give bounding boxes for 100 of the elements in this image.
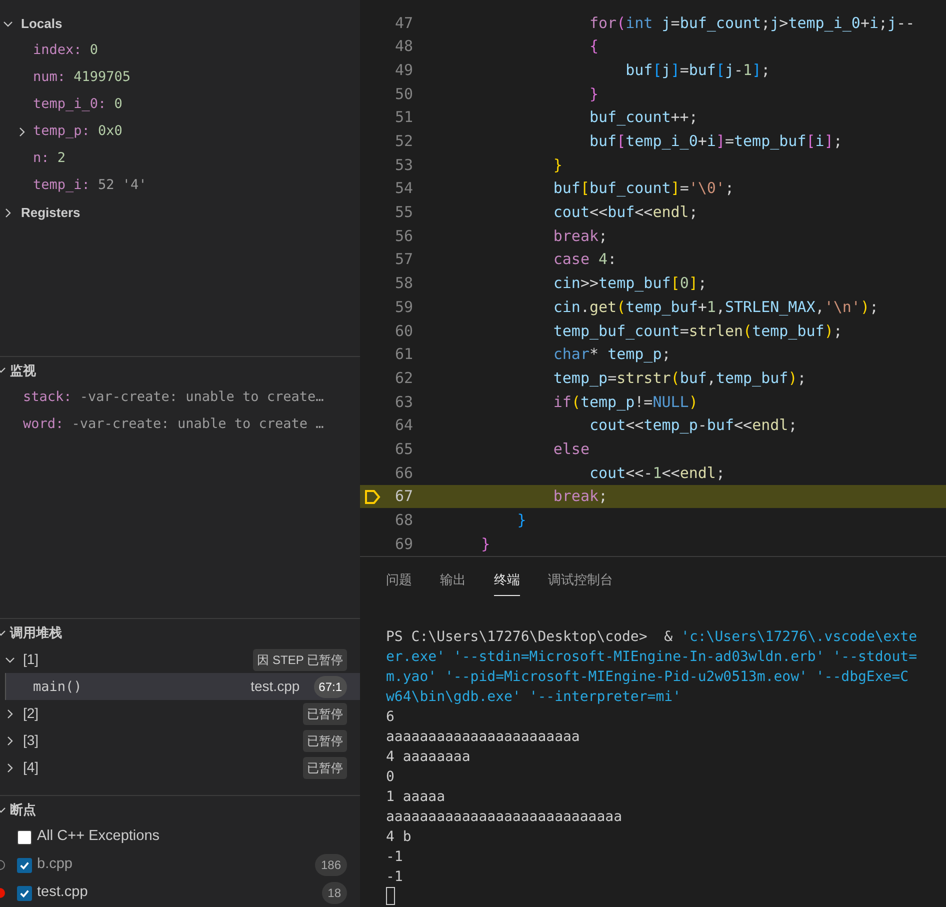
checkbox[interactable]	[17, 830, 32, 844]
code-line: else	[552, 438, 590, 460]
line-number: 53	[394, 154, 413, 176]
current-line-arrow-icon	[364, 488, 382, 505]
code-line: }	[588, 84, 599, 105]
line-number: 65	[394, 438, 413, 460]
section-title[interactable]: 监视	[10, 360, 36, 380]
scope-label[interactable]: Locals	[21, 14, 62, 34]
checkbox[interactable]	[17, 858, 32, 872]
code-line: case 4:	[552, 249, 617, 270]
chevron-right-icon[interactable]	[5, 736, 15, 746]
watch-expression[interactable]: word: -var-create: unable to create …	[23, 414, 324, 434]
code-line: buf[j]=buf[j-1];	[624, 60, 770, 81]
chevron-right-icon[interactable]	[17, 126, 27, 136]
section-title[interactable]: 调用堆栈	[10, 622, 62, 642]
line-number: 55	[394, 202, 413, 224]
watch-expression[interactable]: stack: -var-create: unable to create…	[23, 387, 324, 408]
terminal-line: 4 aaaaaaaa	[386, 748, 470, 767]
breakpoint-label[interactable]: test.cpp	[37, 882, 88, 904]
variable-entry[interactable]: num: 4199705	[33, 67, 131, 88]
terminal-line: -1	[386, 848, 403, 867]
line-number: 57	[394, 249, 413, 270]
code-line: temp_buf_count=strlen(temp_buf);	[552, 320, 842, 342]
thread-status: 因 STEP 已暂停	[253, 648, 347, 671]
terminal-line: w64\bin\gdb.exe' '--interpreter=mi'	[386, 688, 682, 707]
panel-tab[interactable]: 输出	[440, 564, 466, 596]
chevron-right-icon[interactable]	[5, 762, 15, 773]
chevron-right-icon[interactable]	[3, 208, 13, 218]
checkbox[interactable]	[17, 886, 32, 900]
line-number: 52	[394, 131, 413, 152]
breakpoint-label[interactable]: b.cpp	[37, 854, 72, 876]
line-number: 66	[394, 462, 413, 484]
line-number: 63	[394, 392, 413, 413]
chevron-right-icon[interactable]	[5, 708, 15, 719]
code-line: }	[516, 510, 526, 532]
terminal-line: 1 aaaaa	[386, 788, 446, 807]
checkmark-icon	[19, 888, 30, 898]
variable-entry[interactable]: temp_p: 0x0	[33, 121, 122, 142]
chevron-down-icon[interactable]	[3, 18, 13, 28]
line-number: 56	[394, 226, 413, 247]
code-line: for(int j=buf_count;j>temp_i_0+i;j--	[588, 12, 915, 34]
code-line: buf[buf_count]='\0';	[552, 178, 734, 200]
code-line: cout<<buf<<endl;	[552, 202, 698, 224]
variable-entry[interactable]: temp_i: 52 '4'	[33, 175, 147, 196]
terminal-line: er.exe' '--stdin=Microsoft-MIEngine-In-ad03wldn.erb' '--stdout=	[386, 648, 918, 667]
terminal-line: m.yao' '--pid=Microsoft-MIEngine-Pid-u2w0513m.eow' '--dbgExe=C	[386, 668, 909, 687]
code-line: temp_p=strstr(buf,temp_buf);	[552, 368, 806, 389]
thread-status: 已暂停	[303, 730, 347, 752]
line-number: 68	[394, 510, 413, 532]
code-line: }	[480, 534, 490, 555]
scope-label[interactable]: Registers	[21, 202, 80, 222]
panel-tab[interactable]: 终端	[494, 564, 520, 596]
code-line: cin.get(temp_buf+1,STRLEN_MAX,'\n');	[552, 296, 878, 318]
chevron-down-icon[interactable]	[5, 654, 15, 665]
terminal-line: 4 b	[386, 828, 412, 847]
line-number: 59	[394, 296, 413, 318]
code-line: cout<<temp_p-buf<<endl;	[588, 415, 798, 436]
section-title[interactable]: 断点	[10, 800, 36, 820]
line-number: 49	[394, 60, 413, 81]
line-number: 62	[394, 368, 413, 389]
line-number: 51	[394, 107, 413, 128]
variable-entry[interactable]: temp_i_0: 0	[33, 94, 122, 115]
panel-tab[interactable]: 问题	[386, 564, 412, 596]
code-line: cin>>temp_buf[0];	[552, 273, 707, 294]
line-number: 54	[394, 178, 413, 200]
line-number: 48	[394, 36, 413, 58]
thread-label[interactable]: [4]	[23, 757, 39, 778]
thread-status: 已暂停	[303, 702, 347, 725]
code-line: if(temp_p!=NULL)	[552, 392, 698, 413]
line-number: 67	[394, 486, 413, 508]
panel-tab[interactable]: 调试控制台	[548, 564, 613, 596]
terminal-line: 0	[386, 768, 394, 787]
code-line: buf_count++;	[588, 107, 698, 128]
thread-label[interactable]: [3]	[23, 730, 39, 752]
variable-entry[interactable]: index: 0	[33, 40, 98, 61]
code-line: }	[552, 154, 562, 176]
stack-frame[interactable]: main() test.cpp 67:1	[5, 673, 360, 700]
thread-label[interactable]: [2]	[23, 703, 39, 724]
breakpoint-label[interactable]: All C++ Exceptions	[37, 826, 160, 848]
code-line: break;	[552, 486, 608, 508]
variable-entry[interactable]: n: 2	[33, 148, 66, 169]
thread-label[interactable]: [1]	[23, 649, 39, 670]
terminal-line: aaaaaaaaaaaaaaaaaaaaaaa	[386, 728, 580, 747]
code-line: break;	[552, 226, 608, 247]
line-number: 69	[394, 534, 413, 555]
line-number: 58	[394, 273, 413, 294]
line-number: 50	[394, 84, 413, 105]
line-number: 60	[394, 320, 413, 342]
terminal-line: -1	[386, 868, 403, 887]
frame-name: main()	[33, 678, 82, 696]
line-number: 47	[394, 12, 413, 34]
terminal-cursor-icon	[386, 887, 395, 905]
line-number: 64	[394, 415, 413, 436]
frame-file: test.cpp	[250, 677, 300, 696]
code-line: {	[588, 36, 599, 58]
code-line: char* temp_p;	[552, 344, 671, 366]
thread-status: 已暂停	[303, 756, 347, 779]
frame-position: 67:1	[314, 676, 347, 698]
terminal-line: PS C:\Users\17276\Desktop\code> & 'c:\Users\17276\.vscode\exte	[386, 628, 918, 647]
code-line: buf[temp_i_0+i]=temp_buf[i];	[588, 131, 842, 152]
